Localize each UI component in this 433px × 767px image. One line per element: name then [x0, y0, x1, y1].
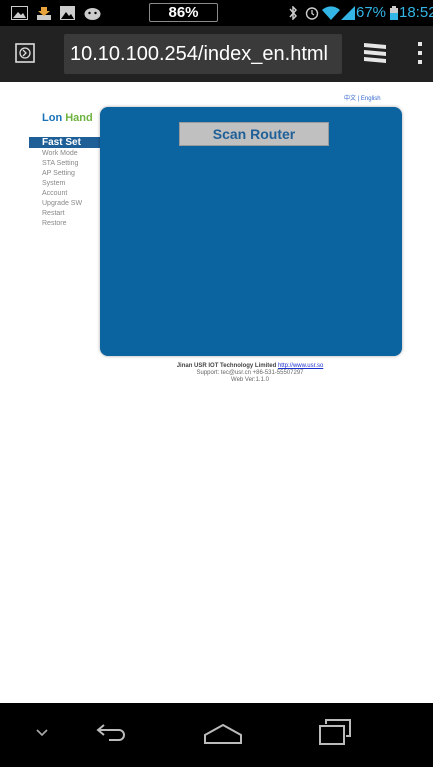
bluetooth-icon: [289, 6, 298, 20]
content-panel: Scan Router: [100, 107, 402, 356]
menu-item-fast-set[interactable]: Fast Set: [29, 137, 110, 148]
battery-badge: 86%: [149, 3, 218, 22]
picture-icon: [11, 6, 28, 20]
battery-icon: [390, 6, 398, 20]
footer: Jinan USR IOT Technology Limited http://…: [150, 363, 350, 384]
incognito-tab-icon[interactable]: [15, 43, 35, 63]
menu-item-upgrade-sw[interactable]: Upgrade SW: [29, 199, 110, 209]
wifi-icon: [322, 6, 340, 20]
navigation-bar: [0, 703, 433, 767]
lang-chinese-link[interactable]: 中文: [344, 96, 356, 102]
footer-company: Jinan USR IOT Technology Limited: [176, 363, 277, 369]
back-icon[interactable]: [95, 721, 127, 743]
menu-item-sta-setting[interactable]: STA Setting: [29, 159, 110, 169]
status-bar: 86% 67% 18:52: [0, 0, 433, 26]
side-menu: Fast Set Work Mode STA Setting AP Settin…: [29, 137, 110, 229]
menu-item-restart[interactable]: Restart: [29, 209, 110, 219]
home-icon[interactable]: [203, 723, 243, 745]
url-field[interactable]: 10.10.100.254/index_en.html: [64, 34, 342, 74]
alarm-icon: [305, 7, 319, 20]
menu-item-account[interactable]: Account: [29, 189, 110, 199]
hide-keyboard-chevron-icon[interactable]: [36, 729, 48, 737]
android-icon: [84, 8, 101, 20]
image-icon: [60, 6, 75, 20]
language-links: 中文 | English: [344, 93, 381, 102]
download-icon: [37, 7, 51, 20]
overflow-menu-icon[interactable]: [416, 42, 424, 64]
lang-english-link[interactable]: English: [361, 96, 381, 102]
logo-hand: Hand: [65, 112, 93, 124]
logo: Lon Hand: [42, 112, 93, 124]
recent-apps-icon[interactable]: [318, 718, 352, 746]
logo-lon: Lon: [42, 112, 63, 124]
web-page: 中文 | English Lon Hand Fast Set Work Mode…: [0, 82, 433, 703]
browser-toolbar: 10.10.100.254/index_en.html: [0, 26, 433, 82]
tabs-icon[interactable]: [364, 42, 386, 64]
signal-icon: [341, 6, 355, 20]
battery-level-text: 67%: [356, 4, 387, 21]
menu-item-system[interactable]: System: [29, 179, 110, 189]
footer-support: Support: tec@usr.cn +86-531-55507297: [196, 370, 304, 376]
menu-item-restore[interactable]: Restore: [29, 219, 110, 229]
menu-item-work-mode[interactable]: Work Mode: [29, 149, 110, 159]
menu-item-ap-setting[interactable]: AP Setting: [29, 169, 110, 179]
footer-version: Web Ver:1.1.0: [231, 377, 269, 383]
footer-website-link[interactable]: http://www.usr.so: [278, 363, 323, 369]
clock: 18:52: [399, 4, 433, 21]
scan-router-button[interactable]: Scan Router: [179, 122, 329, 146]
